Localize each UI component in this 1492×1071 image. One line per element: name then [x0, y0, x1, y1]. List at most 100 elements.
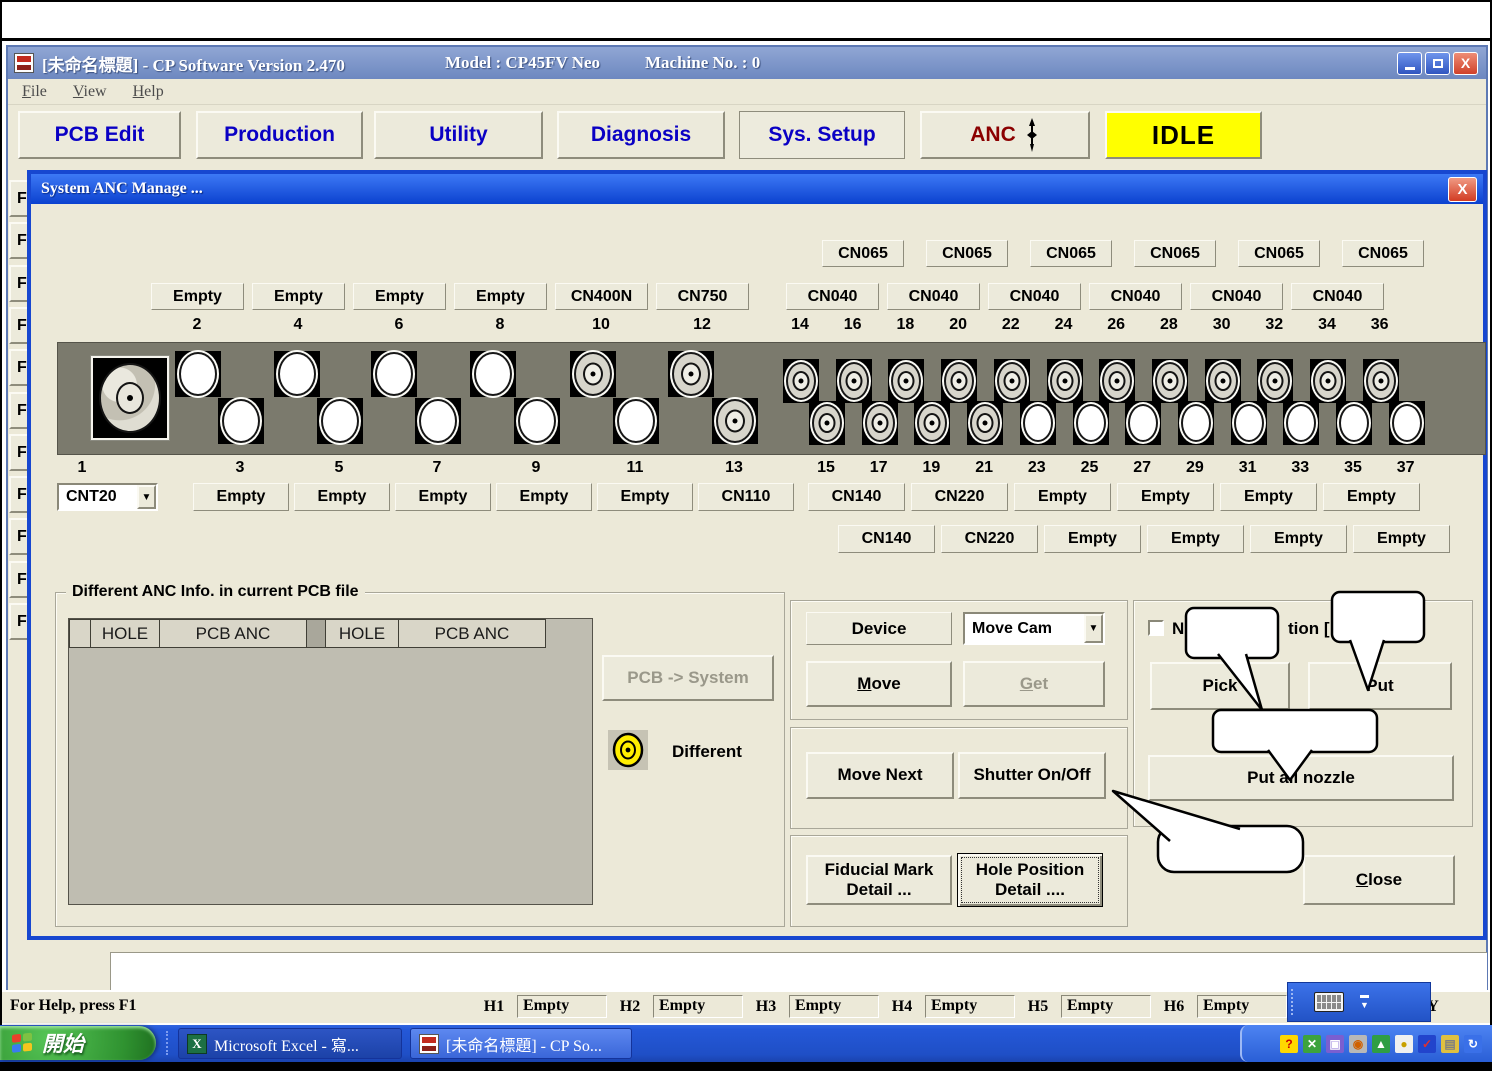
shutter-toggle-button[interactable]: Shutter On/Off	[958, 752, 1106, 799]
update-shield-icon[interactable]: ▲	[1372, 1035, 1390, 1053]
help-question-icon[interactable]: ?	[1280, 1035, 1298, 1053]
nozzle-slot-1-selected[interactable]	[91, 356, 169, 440]
fiducial-mark-detail-button[interactable]: Fiducial Mark Detail ...	[806, 855, 952, 905]
nozzle-slot[interactable]	[668, 351, 714, 397]
nozzle-slot[interactable]	[914, 401, 950, 445]
feeder-slot-label: Empty	[1220, 483, 1317, 511]
minimize-button[interactable]	[1397, 52, 1422, 75]
device-label: Device	[806, 612, 952, 645]
nozzle-slot[interactable]	[514, 398, 560, 444]
taskbar-task-2[interactable]: [未命名標題] - CP So...	[410, 1028, 632, 1059]
column-header-hole[interactable]: HOLE	[90, 619, 160, 648]
dialog-title: System ANC Manage ...	[41, 180, 1448, 198]
dialog-close-button[interactable]: X	[1448, 177, 1477, 202]
nozzle-slot[interactable]	[1389, 401, 1425, 445]
chevron-down-icon[interactable]: ▼	[1360, 1000, 1369, 1010]
nozzle-slot[interactable]	[1073, 401, 1109, 445]
nav-anc-button[interactable]: ANC	[920, 111, 1090, 159]
hole-position-detail-button[interactable]: Hole Position Detail ....	[957, 853, 1103, 907]
nozzle-slot[interactable]	[1310, 359, 1346, 403]
language-bar-controls[interactable]: ▼	[1360, 995, 1369, 1010]
nozzle-slot[interactable]	[317, 398, 363, 444]
close-dialog-button[interactable]: Close	[1303, 855, 1455, 905]
feeder-slot-label: Empty	[1250, 525, 1347, 553]
nozzle-slot[interactable]	[809, 401, 845, 445]
anc-diff-table[interactable]: HOLEPCB ANCHOLEPCB ANC	[68, 618, 593, 905]
nozzle-slot[interactable]	[613, 398, 659, 444]
nav-diagnosis-button[interactable]: Diagnosis	[557, 111, 725, 159]
column-header-pcb-anc[interactable]: PCB ANC	[159, 619, 307, 648]
disc-icon[interactable]: ◉	[1349, 1035, 1367, 1053]
put-all-nozzle-button[interactable]: Put all nozzle	[1148, 755, 1454, 801]
nozzle-slot[interactable]	[1205, 359, 1241, 403]
nozzle-slot[interactable]	[967, 401, 1003, 445]
nozzle-slot[interactable]	[1231, 401, 1267, 445]
move-button[interactable]: Move	[806, 661, 952, 707]
column-header-hole[interactable]: HOLE	[325, 619, 399, 648]
menu-help[interactable]: Help	[133, 83, 164, 101]
feeder-slot-label: Empty	[454, 283, 547, 310]
column-header-pcb-anc[interactable]: PCB ANC	[398, 619, 546, 648]
nozzle-slot[interactable]	[1363, 359, 1399, 403]
nozzle-slot[interactable]	[218, 398, 264, 444]
nav-production-button[interactable]: Production	[196, 111, 363, 159]
nozzle-slot[interactable]	[994, 359, 1030, 403]
nozzle-slot[interactable]	[1152, 359, 1188, 403]
nozzle-slot[interactable]	[1125, 401, 1161, 445]
nozzle-slot[interactable]	[371, 351, 417, 397]
device-mode-select[interactable]: Move Cam ▼	[963, 612, 1105, 645]
chevron-down-icon[interactable]: ▼	[1084, 614, 1103, 643]
close-window-button[interactable]: X	[1453, 52, 1478, 75]
column-header-blank[interactable]	[306, 619, 326, 648]
nozzle-slot[interactable]	[274, 351, 320, 397]
pick-button[interactable]: Pick	[1150, 662, 1290, 710]
minimize-icon[interactable]	[1360, 995, 1369, 998]
move-next-button[interactable]: Move Next	[806, 752, 954, 799]
nozzle-slot[interactable]	[862, 401, 898, 445]
put-button[interactable]: Put	[1308, 662, 1452, 710]
users-blocked-icon[interactable]: ✕	[1303, 1035, 1321, 1053]
nav-utility-button[interactable]: Utility	[374, 111, 543, 159]
nozzle-slot[interactable]	[1047, 359, 1083, 403]
cnt-selector[interactable]: CNT20 ▼	[57, 483, 158, 511]
nozzle-slot[interactable]	[836, 359, 872, 403]
menu-file[interactable]: File	[22, 83, 47, 101]
get-button[interactable]: Get	[963, 661, 1105, 707]
menu-view[interactable]: View	[73, 83, 107, 101]
nozzle-slot[interactable]	[1020, 401, 1056, 445]
nozzle-slot[interactable]	[1283, 401, 1319, 445]
mouse-icon[interactable]: ●	[1395, 1035, 1413, 1053]
nav-sys-setup-button[interactable]: Sys. Setup	[739, 111, 905, 159]
taskbar-task-1[interactable]: XMicrosoft Excel - 寫...	[178, 1028, 402, 1059]
ime-check-icon[interactable]: ✓	[1418, 1035, 1436, 1053]
drag-grip-icon[interactable]	[1291, 989, 1300, 1015]
nozzle-slot[interactable]	[941, 359, 977, 403]
nav-pcb-edit-button[interactable]: PCB Edit	[18, 111, 181, 159]
nozzle-slot[interactable]	[415, 398, 461, 444]
feeder-slot-label: Empty	[597, 483, 693, 511]
nozzle-slot[interactable]	[783, 359, 819, 403]
start-button[interactable]: 開始	[0, 1026, 156, 1060]
nozzle-slot[interactable]	[1257, 359, 1293, 403]
chevron-down-icon[interactable]: ▼	[137, 485, 156, 509]
nozzle-slot[interactable]	[175, 351, 221, 397]
nozzle-slot[interactable]	[570, 351, 616, 397]
feeder-slot-label: CN065	[926, 240, 1008, 267]
maximize-button[interactable]	[1425, 52, 1450, 75]
nozzle-empty-icon	[617, 399, 655, 443]
nozzle-present-icon	[716, 399, 754, 443]
nozzle-slot[interactable]	[1336, 401, 1372, 445]
language-bar[interactable]: ▼	[1287, 982, 1431, 1022]
nozzle-slot[interactable]	[712, 398, 758, 444]
network-windows-icon[interactable]: ▣	[1326, 1035, 1344, 1053]
nozzle-slot[interactable]	[888, 359, 924, 403]
nozzle-slot[interactable]	[1178, 401, 1214, 445]
column-header-blank[interactable]	[69, 619, 91, 648]
nozzle-slot[interactable]	[470, 351, 516, 397]
nozzle-slot[interactable]	[1099, 359, 1135, 403]
sync-icon[interactable]: ↻	[1464, 1035, 1482, 1053]
pcb-to-system-button[interactable]: PCB -> System	[602, 655, 774, 701]
option-checkbox[interactable]	[1148, 620, 1164, 636]
keyboard-icon[interactable]	[1314, 992, 1344, 1012]
display-settings-icon[interactable]: ▤	[1441, 1035, 1459, 1053]
